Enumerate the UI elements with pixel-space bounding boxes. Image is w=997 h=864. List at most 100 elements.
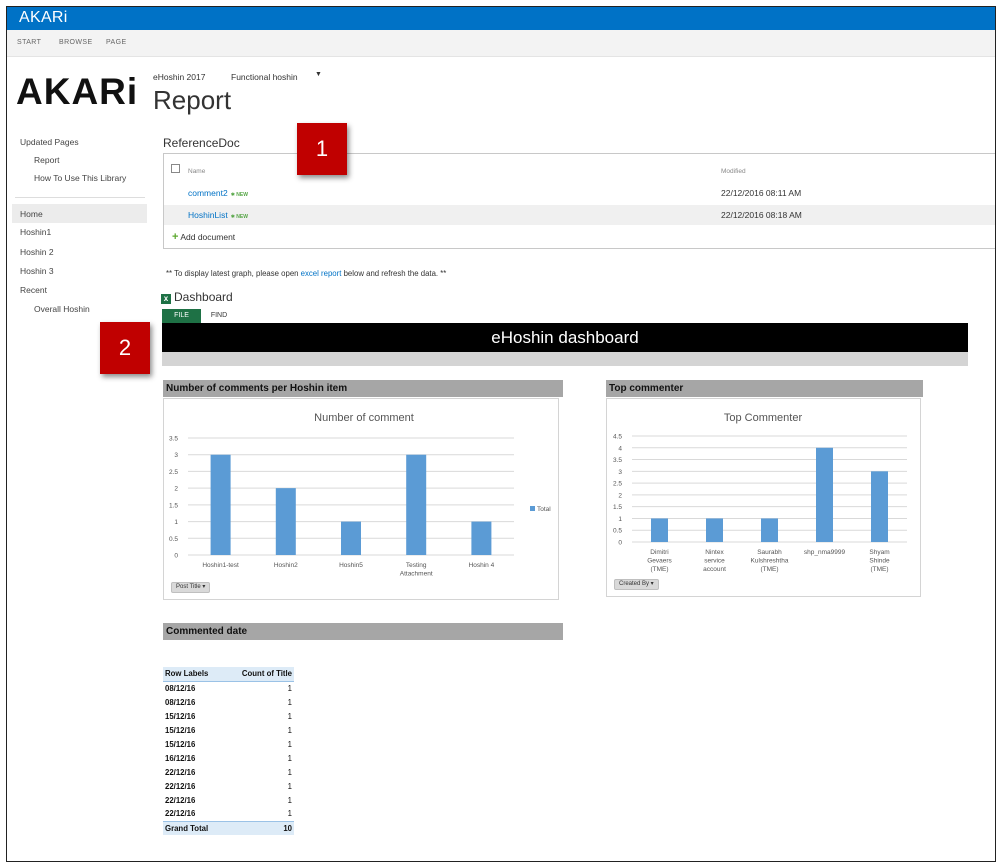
document-modified: 22/12/2016 08:11 AM (721, 188, 802, 198)
y-tick-label: 4.5 (613, 434, 622, 441)
pivot-total-value: 10 (224, 820, 294, 835)
quicklaunch-item-hoshin3[interactable]: Hoshin 3 (20, 266, 54, 276)
ribbon-tabs: START BROWSE PAGE (7, 30, 995, 57)
pivot-row: 22/12/16 1 (163, 807, 294, 821)
dashboard-title[interactable]: x Dashboard (161, 290, 233, 304)
caret-down-icon[interactable]: ▼ (315, 71, 322, 78)
pivot-row: 22/12/16 1 (163, 765, 294, 779)
x-tick-label: Saurabh Kulshreshtha (TME) (751, 549, 789, 573)
quicklaunch-heading-updated-pages[interactable]: Updated Pages (20, 137, 79, 147)
quicklaunch-item-home[interactable]: Home (12, 204, 147, 223)
y-tick-label: 4 (618, 445, 622, 452)
y-tick-label: 3.5 (613, 457, 622, 464)
excel-tab-find[interactable]: FIND (203, 309, 235, 323)
pivot-row-value: 1 (287, 795, 292, 805)
pivot-row-label: 16/12/16 (165, 753, 196, 763)
quicklaunch-item-overall-hoshin[interactable]: Overall Hoshin (34, 304, 90, 314)
chart-bar (651, 518, 668, 542)
referencedoc-title[interactable]: ReferenceDoc (163, 136, 240, 150)
x-tick-label: Hoshin1-test (202, 562, 239, 569)
quicklaunch-divider (15, 197, 145, 198)
excel-tab-file[interactable]: FILE (162, 309, 201, 323)
pivot-row-value: 1 (287, 683, 292, 693)
post-title-filter-button[interactable]: Post Title ▾ (171, 582, 211, 593)
chart-bar (471, 521, 492, 555)
pivot-row: 08/12/16 1 (163, 681, 294, 695)
x-tick-label: shp_nma9999 (804, 549, 846, 556)
site-logo[interactable]: AKARi (16, 71, 138, 113)
document-name: comment2 (188, 188, 228, 198)
comments-chart-svg: Number of comment 0 0.5 1 1.5 2 2.5 3 3.5 Hoshin1… (169, 412, 551, 578)
pivot-row-label: 08/12/16 (165, 683, 196, 693)
pivot-row-value: 1 (287, 781, 292, 791)
quicklaunch-item-how-to-use[interactable]: How To Use This Library (34, 173, 126, 183)
pivot-row-label: 08/12/16 (165, 697, 196, 707)
select-all-checkbox[interactable] (171, 164, 180, 173)
pivot-row: 15/12/16 1 (163, 709, 294, 723)
y-tick-label: 2.5 (613, 481, 622, 488)
page-title: Report (153, 85, 232, 115)
document-row[interactable]: comment2 ✱ NEW 22/12/2016 08:11 AM (164, 183, 995, 203)
pivot-row-value: 1 (287, 809, 292, 819)
suite-brand[interactable]: AKARi (19, 9, 68, 27)
note-prefix: ** To display latest graph, please open (166, 269, 301, 278)
x-tick-label: Shyam Shinde (TME) (869, 549, 890, 573)
excel-report-link[interactable]: excel report (301, 269, 342, 278)
commenter-chart-svg: Top Commenter 0 0.5 1 1.5 2 2.5 3 3.5 4 4.5 Dimitri… (613, 412, 907, 573)
quicklaunch-item-recent[interactable]: Recent (20, 285, 47, 295)
new-badge: ✱ NEW (230, 192, 248, 198)
y-tick-label: 2 (174, 486, 178, 493)
pivot-header-row: Row Labels Count of Title (163, 667, 294, 682)
y-tick-label: 1 (618, 516, 622, 523)
comments-chart: Number of comment 0 0.5 1 1.5 2 2.5 3 3.5 Hoshin1… (163, 398, 559, 600)
banner-underline (162, 352, 968, 366)
quicklaunch-item-home-label: Home (20, 209, 43, 219)
quicklaunch-item-report[interactable]: Report (34, 155, 60, 165)
chart-bar (706, 518, 723, 542)
pivot-row-value: 1 (287, 739, 292, 749)
topnav-item-functional-hoshin[interactable]: Functional hoshin (231, 72, 298, 82)
commenter-panel-header: Top commenter (606, 380, 923, 397)
column-header-name[interactable]: Name (188, 168, 205, 175)
pivot-row-value: 1 (287, 711, 292, 721)
chart-bar (871, 471, 888, 542)
pivot-header-count: Count of Title (224, 667, 294, 682)
pivot-row-label: 22/12/16 (165, 767, 196, 777)
y-tick-label: 3 (618, 469, 622, 476)
quicklaunch-item-hoshin1[interactable]: Hoshin1 (20, 227, 51, 237)
x-tick-label: Dimitri Gevaers (TME) (647, 549, 672, 573)
ribbon-tab-page[interactable]: PAGE (106, 39, 127, 46)
pivot-row: 16/12/16 1 (163, 751, 294, 765)
x-tick-label: Hoshin 4 (469, 562, 495, 569)
chart-bar (816, 447, 833, 542)
document-modified: 22/12/2016 08:18 AM (721, 210, 802, 220)
topnav-item-ehoshin[interactable]: eHoshin 2017 (153, 72, 205, 82)
add-document-button[interactable]: + Add document (172, 231, 235, 243)
ribbon-tab-browse[interactable]: BROWSE (59, 39, 93, 46)
browser-frame: AKARi START BROWSE PAGE AKARi eHoshin 20… (6, 6, 996, 862)
chart-title: Top Commenter (724, 412, 803, 424)
document-link[interactable]: comment2 ✱ NEW (188, 188, 248, 198)
comments-panel-header: Number of comments per Hoshin item (163, 380, 563, 397)
chart-title: Number of comment (314, 412, 414, 424)
created-by-filter-button[interactable]: Created By ▾ (614, 579, 659, 590)
document-link[interactable]: HoshinList ✱ NEW (188, 210, 248, 220)
pivot-row-value: 1 (287, 753, 292, 763)
x-tick-label: Hoshin5 (339, 562, 363, 569)
dashboard-title-text: Dashboard (174, 290, 233, 304)
refresh-note: ** To display latest graph, please open … (166, 269, 446, 278)
pivot-header-row-labels[interactable]: Row Labels (163, 667, 225, 682)
pivot-row-value: 1 (287, 767, 292, 777)
column-header-modified[interactable]: Modified (721, 168, 746, 175)
pivot-row-label: 15/12/16 (165, 739, 196, 749)
y-tick-label: 2.5 (169, 469, 178, 476)
y-tick-label: 3 (174, 452, 178, 459)
ribbon-tab-start[interactable]: START (17, 39, 41, 46)
pivot-row: 15/12/16 1 (163, 723, 294, 737)
pivot-grand-total-row: Grand Total 10 (163, 820, 294, 835)
chart-bar (275, 488, 296, 555)
document-row[interactable]: HoshinList ✱ NEW 22/12/2016 08:18 AM (164, 205, 995, 225)
new-badge-text: NEW (236, 192, 248, 198)
quicklaunch-item-hoshin2[interactable]: Hoshin 2 (20, 247, 54, 257)
created-by-filter-label: Created By (619, 581, 650, 587)
